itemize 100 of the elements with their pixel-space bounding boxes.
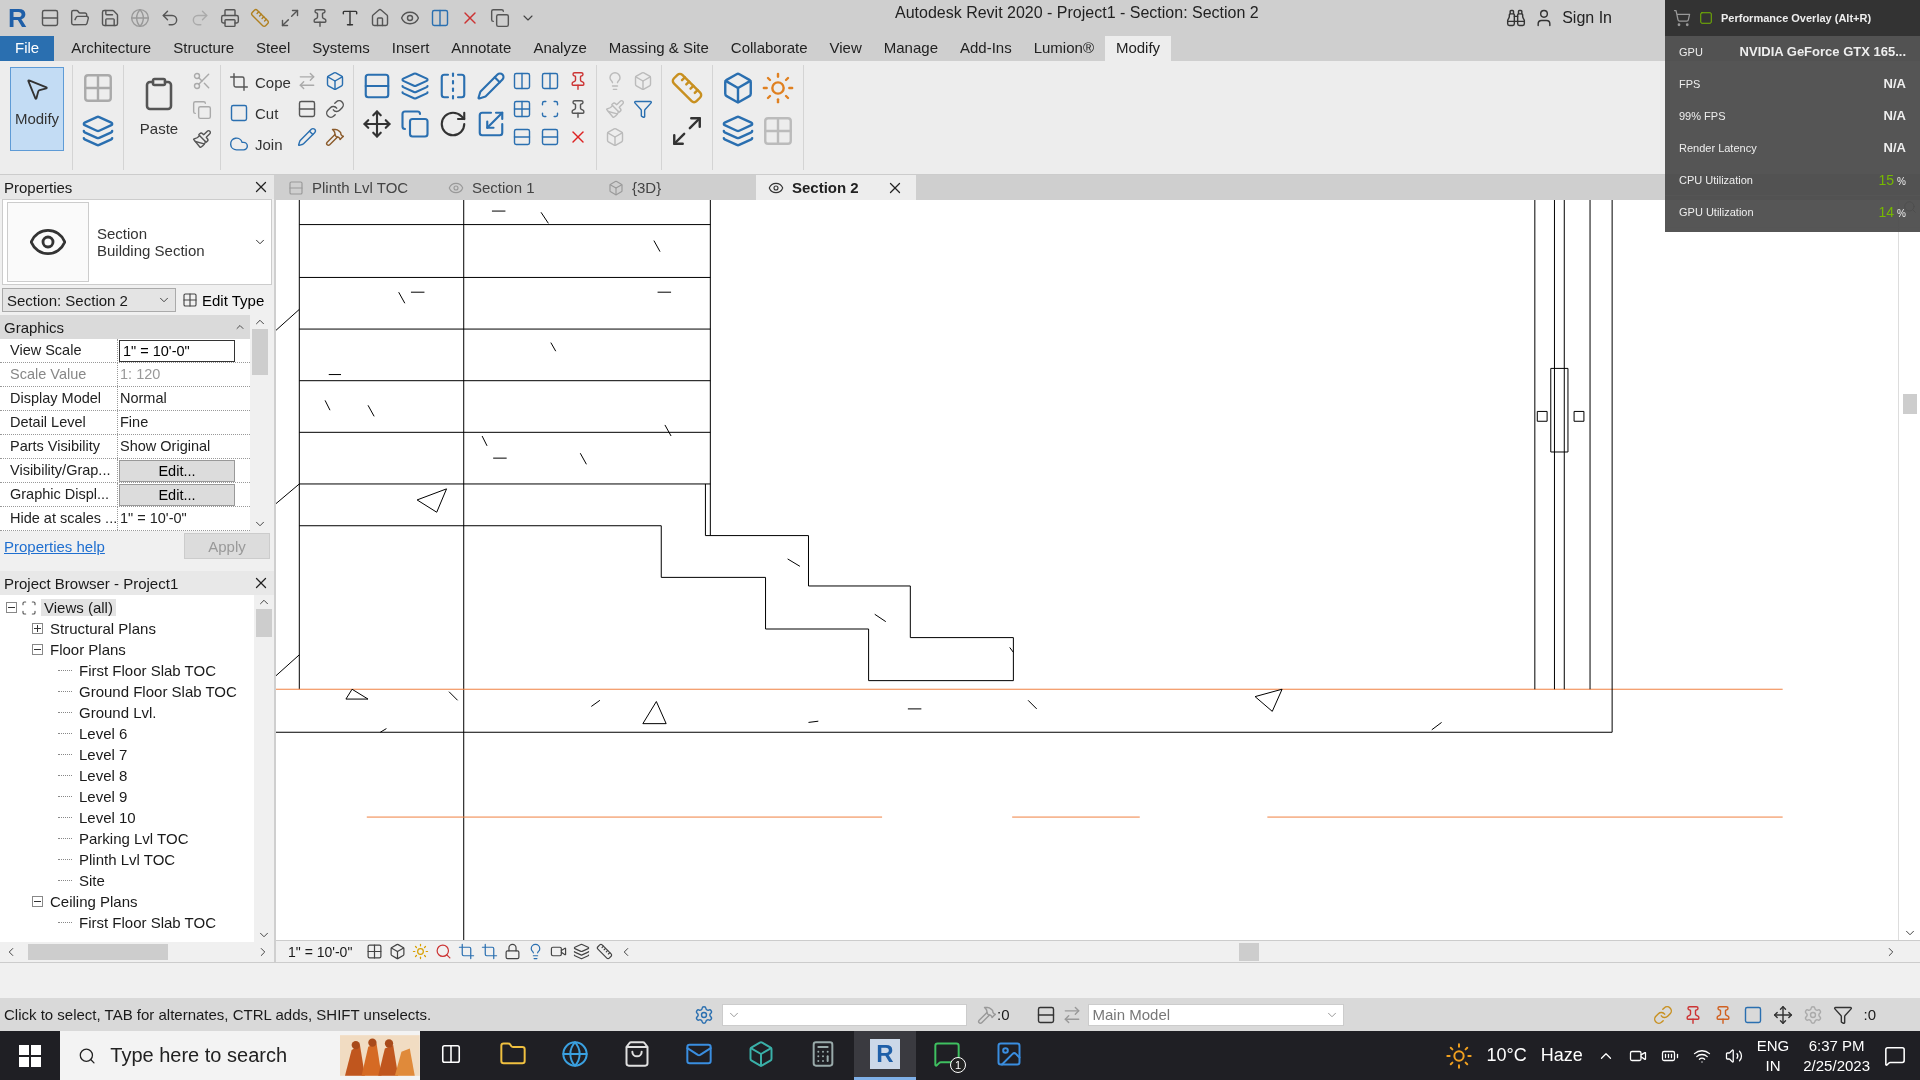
edit-type-button[interactable]: Edit Type xyxy=(182,291,265,309)
collapse-toggle[interactable] xyxy=(6,602,17,613)
switch-windows-icon[interactable] xyxy=(490,8,510,28)
ribbon-tab[interactable]: Architecture xyxy=(60,36,163,61)
ruler-icon[interactable] xyxy=(669,71,704,105)
tree-item[interactable]: Ceiling Plans xyxy=(47,893,141,910)
match-type-icon[interactable] xyxy=(192,129,212,149)
collapse-toggle[interactable] xyxy=(32,644,43,655)
ribbon-tab[interactable]: Insert xyxy=(380,36,441,61)
thin-lines-icon[interactable] xyxy=(430,8,450,28)
taskbar-app[interactable]: 1 xyxy=(916,1031,978,1080)
scrollbar-thumb[interactable] xyxy=(256,609,272,637)
tree-item[interactable]: Floor Plans xyxy=(47,641,129,658)
ribbon-tab[interactable]: Annotate xyxy=(440,36,523,61)
cope-icon[interactable] xyxy=(229,72,249,92)
expand-toggle[interactable] xyxy=(32,623,43,634)
linked-icon[interactable] xyxy=(324,99,345,119)
pointer-icon[interactable] xyxy=(24,76,50,102)
ribbon-tab[interactable]: Add-Ins xyxy=(949,36,1023,61)
collapse-toggle[interactable] xyxy=(32,896,43,907)
volume-icon[interactable] xyxy=(1724,1046,1743,1065)
property-input[interactable]: 1" = 10'-0" xyxy=(119,340,235,362)
cope-button[interactable]: Cope xyxy=(229,71,291,93)
view-scale[interactable]: 1" = 10'-0" xyxy=(288,943,353,960)
ribbon-tab[interactable]: Structure xyxy=(162,36,246,61)
hammer-icon[interactable] xyxy=(324,127,345,147)
edit-type-icon[interactable] xyxy=(182,292,198,308)
cube-icon[interactable] xyxy=(324,71,345,91)
ribbon-tab[interactable]: Analyze xyxy=(522,36,598,61)
drag-elements-icon[interactable] xyxy=(1773,1004,1794,1025)
ribbon-tab[interactable]: Systems xyxy=(301,36,381,61)
binoculars-icon[interactable] xyxy=(1506,8,1527,28)
region[interactable]: IN xyxy=(1765,1055,1781,1076)
tree-item[interactable]: Structural Plans xyxy=(47,620,159,637)
tree-item[interactable]: Level 10 xyxy=(76,809,139,826)
tree-item[interactable]: Views (all) xyxy=(41,599,116,616)
array-icon[interactable] xyxy=(511,99,532,119)
text-tool-icon[interactable] xyxy=(340,8,360,28)
create-group-icon[interactable] xyxy=(760,71,795,105)
tree-item[interactable]: Parking Lvl TOC xyxy=(76,830,192,847)
ribbon-tab[interactable]: Steel xyxy=(245,36,302,61)
filter-icon[interactable] xyxy=(1833,1004,1854,1025)
cut-button[interactable]: Cut xyxy=(229,102,291,124)
ribbon-tab[interactable]: Massing & Site xyxy=(597,36,720,61)
edit-button[interactable]: Edit... xyxy=(119,484,235,506)
notifications-icon[interactable] xyxy=(1884,1044,1906,1067)
lock-view-icon[interactable] xyxy=(504,943,522,960)
edit-button[interactable]: Edit... xyxy=(119,460,235,482)
3d-view-icon[interactable] xyxy=(370,8,390,28)
open-folder-icon[interactable] xyxy=(70,8,90,28)
search-field[interactable]: Type here to search xyxy=(108,1043,329,1068)
document-tab[interactable]: Section 2 xyxy=(756,175,916,200)
paste-button[interactable]: Paste xyxy=(132,67,186,151)
instance-selector[interactable]: Section: Section 2 xyxy=(2,288,176,312)
save-icon[interactable] xyxy=(100,8,120,28)
tree-item[interactable]: Level 9 xyxy=(76,788,131,805)
document-tab[interactable]: Plinth Lvl TOC xyxy=(276,175,436,200)
taskbar-app[interactable]: R xyxy=(854,1031,916,1080)
design-option-dropdown[interactable]: Main Model xyxy=(1087,1003,1344,1026)
clock-date[interactable]: 2/25/2023 xyxy=(1803,1055,1870,1076)
sign-in-link[interactable]: Sign In xyxy=(1562,9,1612,27)
clock-time[interactable]: 6:37 PM xyxy=(1808,1035,1865,1056)
scrollbar-thumb[interactable] xyxy=(1902,394,1917,414)
cut-icon[interactable] xyxy=(229,103,249,123)
document-tab[interactable]: Section 1 xyxy=(436,175,596,200)
properties-help-link[interactable]: Properties help xyxy=(4,537,105,555)
ribbon-tab[interactable]: Manage xyxy=(872,36,949,61)
print-icon[interactable] xyxy=(220,8,240,28)
undo-icon[interactable] xyxy=(160,8,180,28)
tree-item[interactable]: Site xyxy=(76,872,108,889)
ribbon-tab[interactable]: Modify xyxy=(1104,36,1172,61)
scrollbar-thumb[interactable] xyxy=(252,329,268,375)
ribbon-tab[interactable]: Lumion® xyxy=(1022,36,1105,61)
tree-item[interactable]: First Floor Slab TOC xyxy=(76,662,219,679)
measure-icon[interactable] xyxy=(250,8,270,28)
tree-item[interactable]: Ground Floor Slab TOC xyxy=(76,683,240,700)
scrollbar-thumb[interactable] xyxy=(1239,942,1260,961)
dimension-icon[interactable] xyxy=(280,8,300,28)
document-tab[interactable]: {3D} xyxy=(596,175,756,200)
ribbon-tab[interactable]: Collaborate xyxy=(719,36,819,61)
language[interactable]: ENG xyxy=(1756,1035,1790,1056)
file-tab[interactable]: File xyxy=(0,36,55,61)
line-style-icon[interactable] xyxy=(632,99,653,119)
tree-item[interactable]: First Floor Slab TOC xyxy=(76,914,219,931)
tree-item[interactable]: Level 8 xyxy=(76,767,131,784)
tree-item[interactable]: Level 6 xyxy=(76,725,131,742)
tree-item[interactable]: Level 7 xyxy=(76,746,131,763)
modify-button[interactable]: Modify xyxy=(10,67,64,151)
crop-view-icon[interactable] xyxy=(458,943,476,960)
visual-style-icon[interactable] xyxy=(389,943,407,960)
move-icon[interactable] xyxy=(361,109,392,139)
app-logo[interactable]: R xyxy=(8,2,30,34)
join-button[interactable]: Join xyxy=(229,133,291,155)
tree-item[interactable]: Plinth Lvl TOC xyxy=(76,851,179,868)
ribbon-tab[interactable]: View xyxy=(818,36,873,61)
tree-item[interactable]: Ground Lvl. xyxy=(76,704,160,721)
scrollbar-thumb[interactable] xyxy=(28,944,168,960)
taskbar-search[interactable]: Type here to search xyxy=(60,1031,420,1080)
crop-region-icon[interactable] xyxy=(481,943,499,960)
copy-element-icon[interactable] xyxy=(399,109,430,139)
